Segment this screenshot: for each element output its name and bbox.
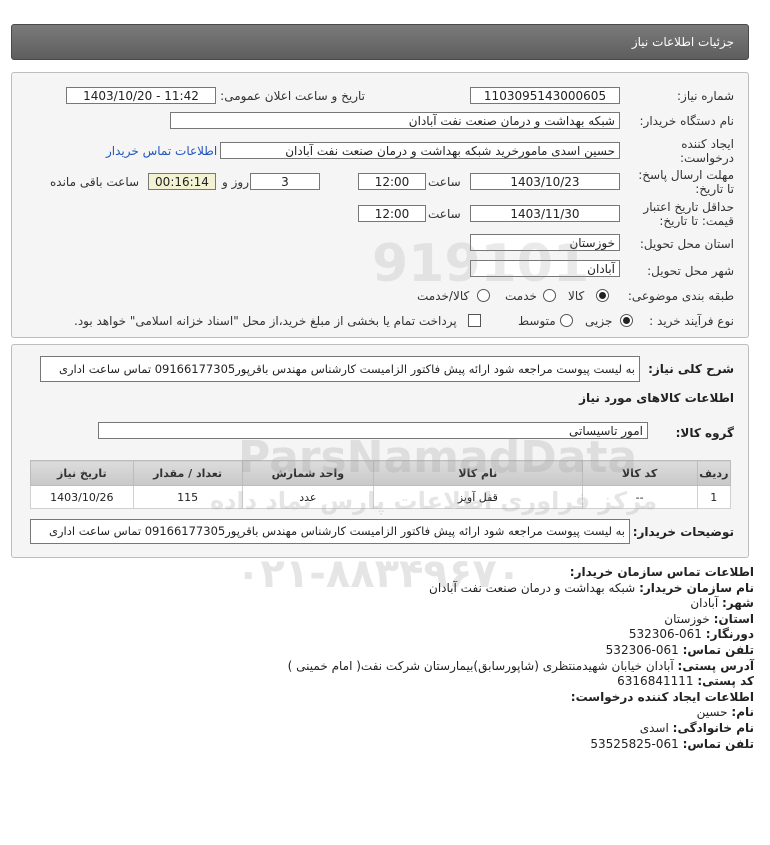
page-header: جزئیات اطلاعات نیاز bbox=[11, 24, 749, 60]
goods-info-title: اطلاعات کالاهای مورد نیاز bbox=[579, 391, 734, 405]
city-field: آبادان bbox=[470, 260, 620, 277]
buyer-org-label: نام دستگاه خریدار: bbox=[639, 114, 735, 128]
contact-fax: دورنگار: 061-532306 bbox=[628, 627, 754, 642]
process-option-minor: جزیی bbox=[585, 314, 613, 328]
col-goods-code: کد کالا bbox=[581, 460, 698, 486]
cell-quantity: 115 bbox=[132, 485, 243, 509]
contact-postal-code: کد پستی: 6316841111 bbox=[617, 674, 754, 689]
buyer-notes-field: به لیست پیوست مراجعه شود ارائه پیش فاکتو… bbox=[30, 519, 630, 544]
col-unit: واحد شمارش bbox=[241, 460, 375, 486]
category-option-goods: کالا bbox=[568, 289, 585, 303]
buyer-notes-label: توضیحات خریدار: bbox=[632, 525, 734, 539]
page-title: جزئیات اطلاعات نیاز bbox=[631, 35, 734, 49]
creator-phone: تلفن تماس: 061-53525825 bbox=[590, 736, 754, 751]
process-label: نوع فرآیند خرید : bbox=[649, 314, 734, 328]
cell-unit: عدد bbox=[241, 485, 375, 509]
creator-label-1: ایجاد کننده bbox=[681, 137, 734, 151]
description-field: به لیست پیوست مراجعه شود ارائه پیش فاکتو… bbox=[40, 356, 640, 382]
deadline-time-label: ساعت bbox=[428, 175, 461, 189]
treasury-payment-note: پرداخت تمام یا بخشی از مبلغ خرید،از محل … bbox=[74, 314, 457, 328]
process-radio-medium[interactable] bbox=[560, 314, 573, 327]
contact-org: نام سازمان خریدار: شبکه بهداشت و درمان ص… bbox=[429, 580, 754, 595]
deadline-time-field: 12:00 bbox=[358, 173, 426, 190]
creator-last-name: نام خانوادگی: اسدی bbox=[639, 720, 754, 735]
process-radio-minor[interactable] bbox=[620, 314, 633, 327]
deadline-date-field: 1403/10/23 bbox=[470, 173, 620, 190]
goods-table: ردیف کد کالا نام کالا واحد شمارش تعداد /… bbox=[30, 460, 732, 509]
category-radio-service[interactable] bbox=[543, 289, 556, 302]
cell-row-number: 1 bbox=[696, 485, 732, 509]
deadline-label-1: مهلت ارسال پاسخ: bbox=[638, 168, 734, 182]
contact-title: اطلاعات تماس سازمان خریدار: bbox=[569, 565, 754, 579]
contact-province: استان: خوزستان bbox=[664, 611, 754, 626]
creator-title: اطلاعات ایجاد کننده درخواست: bbox=[570, 689, 754, 704]
cell-goods-code: -- bbox=[581, 485, 698, 509]
announce-date-label: تاریخ و ساعت اعلان عمومی: bbox=[220, 89, 365, 103]
need-number-field: 1103095143000605 bbox=[470, 87, 620, 104]
city-label: شهر محل تحویل: bbox=[647, 264, 734, 278]
validity-label-1: حداقل تاریخ اعتبار bbox=[643, 200, 734, 214]
category-option-service: خدمت bbox=[505, 289, 537, 303]
creator-first-name: نام: حسین bbox=[696, 705, 754, 720]
need-number-label: شماره نیاز: bbox=[677, 89, 734, 103]
category-option-goods-service: کالا/خدمت bbox=[417, 289, 470, 303]
process-option-medium: متوسط bbox=[518, 314, 556, 328]
contact-phone: تلفن تماس: 061-532306 bbox=[605, 642, 754, 657]
buyer-contact-link[interactable]: اطلاعات تماس خریدار bbox=[106, 144, 217, 158]
contact-address: آدرس پستی: آبادان خیابان شهیدمنتظری (شاپ… bbox=[287, 658, 754, 673]
validity-date-field: 1403/11/30 bbox=[470, 205, 620, 222]
contact-city: شهر: آبادان bbox=[690, 596, 754, 611]
validity-label-2: قیمت: تا تاریخ: bbox=[659, 214, 734, 228]
deadline-label-2: تا تاریخ: bbox=[695, 182, 734, 196]
cell-goods-name: قفل آویز bbox=[373, 485, 583, 509]
creator-field: حسین اسدی مامورخرید شبکه بهداشت و درمان … bbox=[220, 142, 620, 159]
days-field: 3 bbox=[250, 173, 320, 190]
remaining-time-field: 00:16:14 bbox=[148, 173, 216, 190]
buyer-org-field: شبکه بهداشت و درمان صنعت نفت آبادان bbox=[170, 112, 620, 129]
table-row: 1 -- قفل آویز عدد 115 1403/10/26 bbox=[30, 485, 732, 509]
col-quantity: تعداد / مقدار bbox=[132, 460, 243, 486]
province-label: استان محل تحویل: bbox=[639, 237, 734, 251]
contact-section: اطلاعات تماس سازمان خریدار: نام سازمان خ… bbox=[288, 565, 754, 752]
days-label: روز و bbox=[222, 175, 249, 189]
col-goods-name: نام کالا bbox=[373, 460, 583, 486]
goods-group-label: گروه کالا: bbox=[675, 426, 734, 440]
col-need-date: تاریخ نیاز bbox=[30, 460, 134, 486]
description-label: شرح کلی نیاز: bbox=[648, 362, 734, 376]
validity-time-label: ساعت bbox=[428, 207, 461, 221]
category-radio-goods[interactable] bbox=[596, 289, 609, 302]
category-label: طبقه بندی موضوعی: bbox=[627, 289, 734, 303]
validity-time-field: 12:00 bbox=[358, 205, 426, 222]
announce-date-field: 1403/10/20 - 11:42 bbox=[66, 87, 216, 104]
remaining-label: ساعت باقی مانده bbox=[50, 175, 140, 189]
cell-need-date: 1403/10/26 bbox=[30, 485, 134, 509]
category-radio-goods-service[interactable] bbox=[477, 289, 490, 302]
creator-label-2: درخواست: bbox=[680, 151, 734, 165]
treasury-payment-checkbox[interactable] bbox=[468, 314, 481, 327]
goods-table-header: ردیف کد کالا نام کالا واحد شمارش تعداد /… bbox=[30, 460, 732, 486]
col-row-number: ردیف bbox=[696, 460, 732, 486]
goods-group-field: امور تاسیساتی bbox=[98, 422, 648, 439]
province-field: خوزستان bbox=[470, 234, 620, 251]
